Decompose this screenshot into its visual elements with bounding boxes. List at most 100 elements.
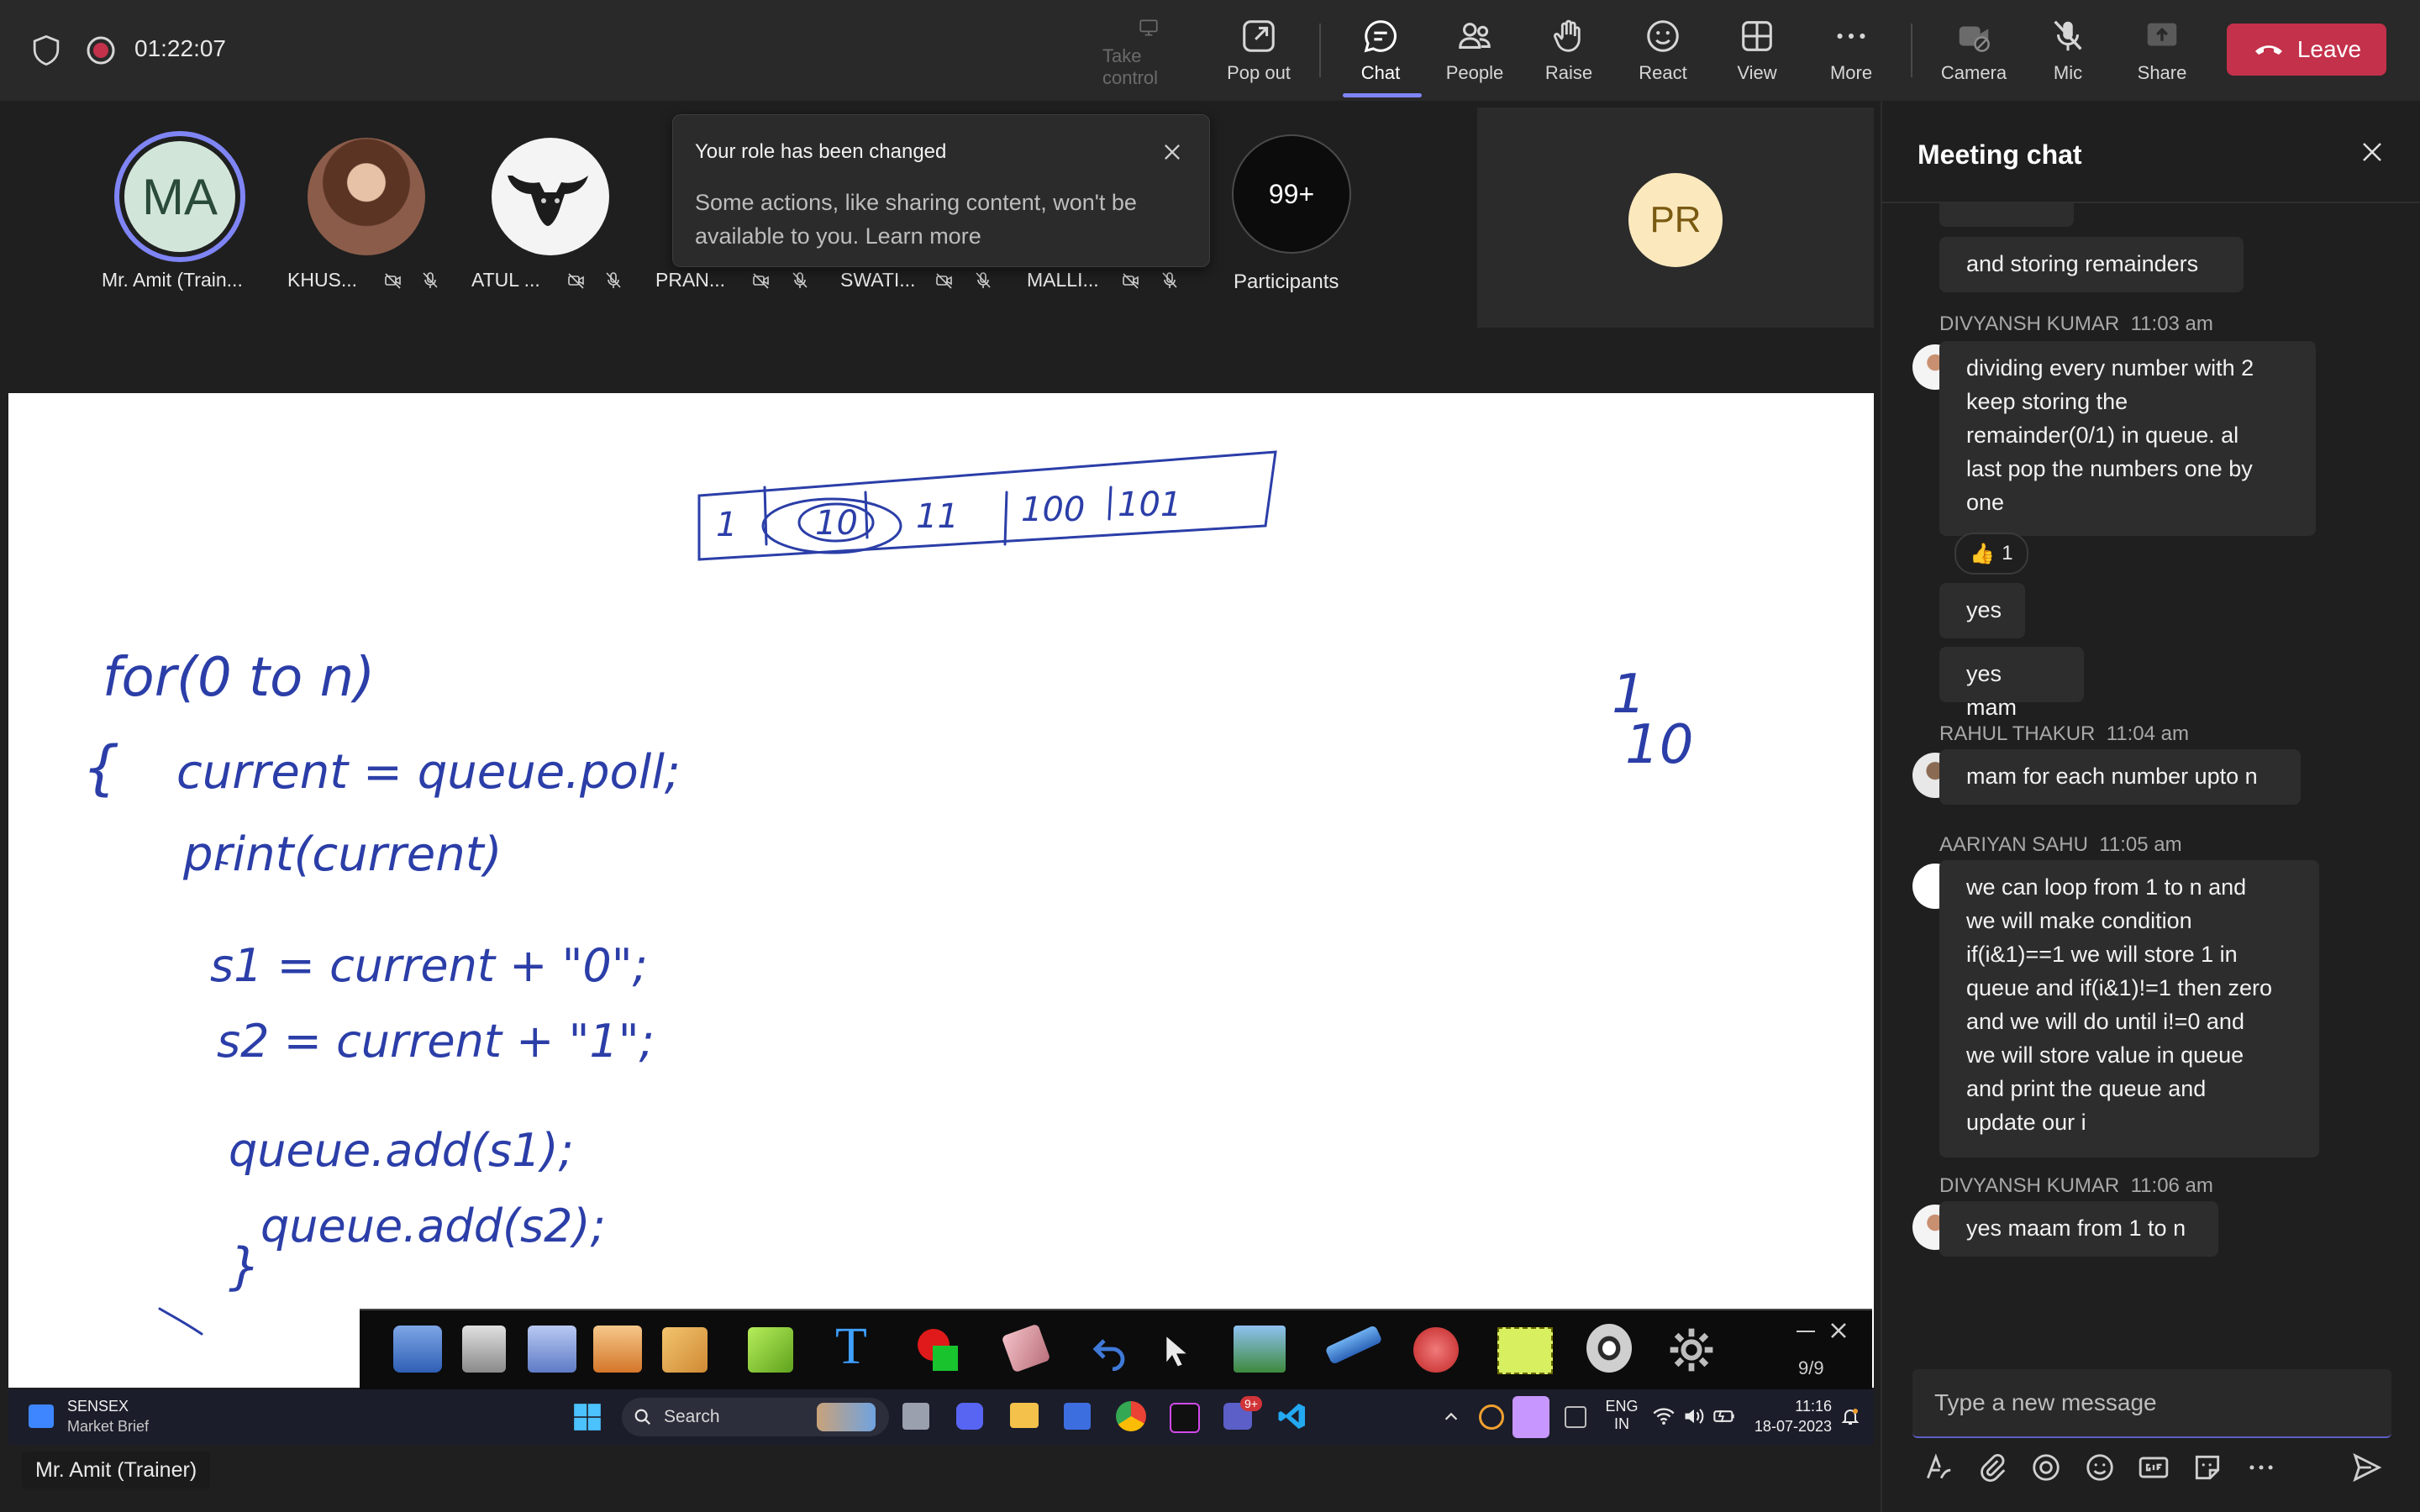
take-control-button[interactable]: Take control <box>1102 13 1195 89</box>
mic-in-use-icon[interactable] <box>1512 1396 1549 1438</box>
windows-taskbar: SENSEX Market Brief Search 9+ ENG IN 11:… <box>8 1389 1874 1445</box>
eraser-tool-icon[interactable] <box>1001 1323 1051 1373</box>
app-icon[interactable] <box>1064 1403 1091 1430</box>
loop-icon[interactable] <box>2030 1452 2062 1483</box>
pop-out-button[interactable]: Pop out <box>1213 13 1305 89</box>
pointer-icon[interactable] <box>1160 1329 1193 1373</box>
close-icon[interactable] <box>1160 140 1184 164</box>
message-compose-input[interactable]: Type a new message <box>1912 1369 2391 1438</box>
language-indicator[interactable]: ENG IN <box>1602 1398 1642 1433</box>
share-screen-icon <box>2147 23 2177 46</box>
undo-page-icon[interactable] <box>528 1326 576 1373</box>
chat-message: yes mam <box>1939 647 2084 720</box>
code-line: } <box>229 1237 260 1296</box>
react-button[interactable]: React <box>1617 13 1709 89</box>
camera-button[interactable]: Camera <box>1928 13 2020 89</box>
array-cell: 100 <box>1021 491 1085 529</box>
windows-start-icon[interactable] <box>571 1401 603 1433</box>
app-icon[interactable] <box>1170 1403 1200 1433</box>
mic-off-icon <box>1162 272 1177 288</box>
reaction-badge[interactable]: 👍 1 <box>1954 533 2028 575</box>
view-button[interactable]: View <box>1711 13 1803 89</box>
array-cell: 1 <box>716 506 737 544</box>
participant-name: SWATI... <box>840 269 916 291</box>
pinned-participant-tile[interactable]: PR <box>1477 108 1874 328</box>
raise-hand-button[interactable]: Raise <box>1523 13 1615 89</box>
star-tool-icon[interactable] <box>393 1326 442 1373</box>
minimize-icon[interactable] <box>1797 1331 1815 1332</box>
undo-icon[interactable] <box>1087 1331 1131 1371</box>
close-icon[interactable] <box>1828 1320 1849 1341</box>
smiley-icon <box>1647 20 1679 52</box>
chat-message-list[interactable]: number and storing remainders DIVYANSH K… <box>1882 203 2420 1346</box>
share-button[interactable]: Share <box>2116 13 2208 89</box>
code-line: queue.add(s2); <box>260 1200 606 1252</box>
save-tool-icon[interactable] <box>462 1326 506 1373</box>
participant-name: PRAN... <box>655 269 726 291</box>
format-icon[interactable] <box>1923 1452 1954 1483</box>
webcam-icon[interactable] <box>1586 1324 1632 1373</box>
tool-icon[interactable] <box>1324 1325 1383 1365</box>
widget-icon[interactable] <box>29 1404 54 1428</box>
taskbar-search[interactable]: Search <box>622 1398 889 1436</box>
participant-avatar-ring[interactable]: MA <box>114 131 245 262</box>
app-icon[interactable] <box>956 1403 983 1430</box>
text-tool-icon[interactable]: T <box>835 1317 867 1377</box>
sticker-icon[interactable] <box>2191 1452 2223 1483</box>
leave-button[interactable]: Leave <box>2227 24 2386 76</box>
participant-name: ATUL ... <box>471 269 540 291</box>
wifi-icon[interactable] <box>1652 1406 1676 1426</box>
close-icon[interactable] <box>2360 139 2385 165</box>
take-control-icon <box>1139 19 1158 36</box>
chat-icon <box>1364 20 1397 53</box>
more-button[interactable]: More <box>1805 13 1897 89</box>
clock[interactable]: 11:16 18-07-2023 <box>1748 1396 1832 1436</box>
grid-view-icon <box>1742 21 1772 51</box>
chrome-icon[interactable] <box>1116 1401 1146 1431</box>
highlighter-tool-icon[interactable] <box>748 1327 793 1373</box>
code-line: queue.add(s1); <box>229 1124 574 1177</box>
sync-icon[interactable] <box>1479 1404 1504 1430</box>
task-view-icon[interactable] <box>902 1403 929 1430</box>
code-line: current = queue.poll; <box>176 745 681 800</box>
send-icon[interactable] <box>2351 1452 2383 1483</box>
volume-icon[interactable] <box>1682 1406 1706 1426</box>
pen-icon[interactable] <box>1565 1406 1586 1428</box>
file-explorer-icon[interactable] <box>1010 1403 1039 1428</box>
people-button[interactable]: People <box>1428 13 1521 89</box>
emoji-icon[interactable] <box>2084 1452 2116 1483</box>
avatar-initials: PR <box>1628 173 1723 267</box>
participants-overflow-button[interactable]: 99+ <box>1232 134 1351 254</box>
highlight-area-icon[interactable] <box>1497 1327 1553 1374</box>
shared-whiteboard: 1 10 11 100 101 for(0 to n) { current = … <box>8 393 1874 1388</box>
more-icon[interactable] <box>2245 1452 2277 1483</box>
participant-name: Mr. Amit (Train... <box>102 269 243 291</box>
pencil-tool-icon[interactable] <box>662 1327 708 1373</box>
redo-page-icon[interactable] <box>593 1326 642 1373</box>
array-cell: 101 <box>1118 486 1181 524</box>
search-highlight-icon <box>817 1403 876 1431</box>
gif-icon[interactable] <box>2138 1452 2170 1483</box>
chat-message: number <box>1939 203 2074 227</box>
chat-message: dividing every number with 2 keep storin… <box>1939 341 2316 536</box>
meeting-toolbar: 01:22:07 Take control Pop out Chat Peopl… <box>0 0 2420 101</box>
notification-bell-icon[interactable] <box>1840 1406 1860 1426</box>
chat-title: Meeting chat <box>1918 139 2082 170</box>
thumbs-up-icon: 👍 <box>1970 542 1996 565</box>
shape-fill-icon <box>933 1346 958 1371</box>
mic-button[interactable]: Mic <box>2022 13 2114 89</box>
record-tool-icon[interactable] <box>1413 1327 1459 1373</box>
chat-button[interactable]: Chat <box>1334 13 1427 89</box>
insert-image-icon[interactable] <box>1234 1326 1286 1373</box>
battery-icon[interactable] <box>1712 1406 1736 1426</box>
shield-icon <box>33 35 60 66</box>
attach-icon[interactable] <box>1976 1452 2008 1483</box>
participant-avatar[interactable] <box>308 138 425 255</box>
vscode-icon[interactable] <box>1277 1401 1307 1431</box>
bull-logo-icon <box>508 176 588 226</box>
gear-icon[interactable] <box>1667 1326 1716 1374</box>
chevron-up-icon[interactable] <box>1442 1408 1460 1426</box>
code-line: s1 = current + "0"; <box>210 939 648 992</box>
camera-off-icon <box>568 273 584 289</box>
participant-avatar[interactable] <box>492 138 609 255</box>
